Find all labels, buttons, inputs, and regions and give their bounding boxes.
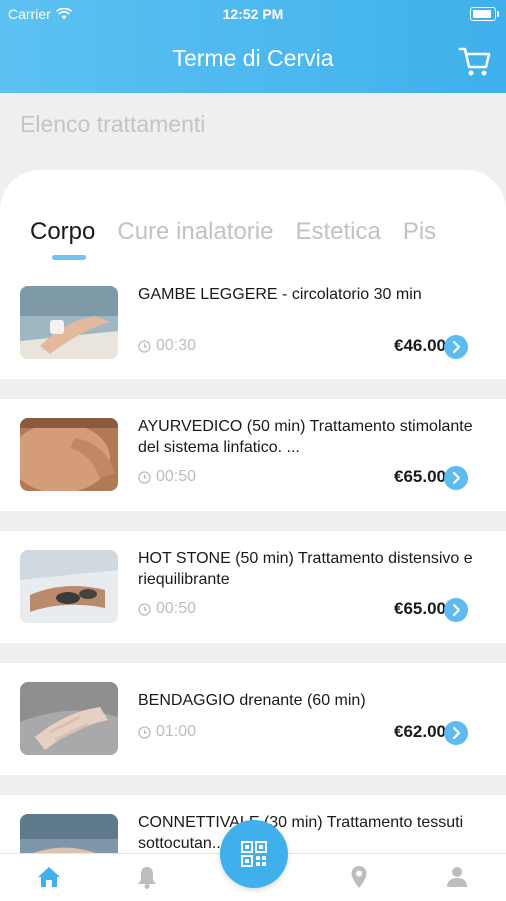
status-bar: Carrier 12:52 PM <box>0 0 506 28</box>
treatment-duration: 01:00 <box>138 723 196 741</box>
treatment-image <box>20 550 118 623</box>
cart-button[interactable] <box>458 44 492 78</box>
clock-icon <box>138 602 151 616</box>
tab-cure-inalatorie[interactable]: Cure inalatorie <box>117 218 273 246</box>
section-title: Elenco trattamenti <box>20 111 206 137</box>
category-tabs: Corpo Cure inalatorie Estetica Pis <box>30 218 458 260</box>
treatment-image <box>20 682 118 755</box>
treatment-price: €65.00 <box>394 467 446 486</box>
duration-value: 01:00 <box>156 723 197 740</box>
open-treatment-button[interactable] <box>444 466 468 490</box>
app-header: Carrier 12:52 PM Terme di Cervia <box>0 0 506 93</box>
clock-icon <box>138 725 151 739</box>
duration-value: 00:30 <box>156 337 197 354</box>
treatment-price: €65.00 <box>394 599 446 618</box>
treatment-title: AYURVEDICO (50 min) Trattamento stimolan… <box>138 418 473 456</box>
tab-estetica[interactable]: Estetica <box>295 218 380 246</box>
app-title: Terme di Cervia <box>172 45 334 71</box>
list-separator <box>0 511 506 531</box>
treatment-item[interactable]: AYURVEDICO (50 min) Trattamento stimolan… <box>0 399 506 511</box>
treatment-duration: 00:50 <box>138 600 196 618</box>
treatment-title: GAMBE LEGGERE - circolatorio 30 min <box>138 286 422 303</box>
treatment-item[interactable]: HOT STONE (50 min) Trattamento distensiv… <box>0 531 506 643</box>
chevron-right-icon <box>452 471 461 485</box>
treatment-price: €62.00 <box>394 722 446 741</box>
clock-icon <box>138 339 151 353</box>
list-separator <box>0 379 506 399</box>
list-separator <box>0 643 506 663</box>
battery-icon <box>470 7 499 21</box>
bell-icon <box>138 867 156 889</box>
qr-code-icon <box>241 841 267 867</box>
treatment-title: CONNETTIVALE (30 min) Trattamento tessut… <box>138 814 464 852</box>
tab-piscina[interactable]: Pis <box>403 218 436 246</box>
treatments-panel: Corpo Cure inalatorie Estetica Pis GAMBE LE… <box>0 170 506 860</box>
clock-icon <box>138 470 151 484</box>
tab-corpo[interactable]: Corpo <box>30 218 95 246</box>
treatment-duration: 00:30 <box>138 337 196 355</box>
open-treatment-button[interactable] <box>444 598 468 622</box>
treatment-duration: 00:50 <box>138 468 196 486</box>
user-icon <box>447 867 467 887</box>
location-pin-icon <box>351 866 367 888</box>
duration-value: 00:50 <box>156 468 197 485</box>
treatment-title: HOT STONE (50 min) Trattamento distensiv… <box>138 550 473 588</box>
qr-scan-button[interactable] <box>220 820 288 888</box>
active-tab-indicator <box>52 255 86 260</box>
cart-icon <box>458 47 491 76</box>
list-separator <box>0 775 506 795</box>
treatment-title: BENDAGGIO drenante (60 min) <box>138 692 366 709</box>
open-treatment-button[interactable] <box>444 721 468 745</box>
tab-profile[interactable] <box>444 864 470 890</box>
chevron-right-icon <box>452 603 461 617</box>
open-treatment-button[interactable] <box>444 335 468 359</box>
tab-home[interactable] <box>36 864 62 890</box>
tab-locations[interactable] <box>346 864 372 890</box>
home-icon <box>38 867 60 887</box>
treatment-list: GAMBE LEGGERE - circolatorio 30 min 00:3… <box>0 264 506 860</box>
status-time: 12:52 PM <box>222 6 284 22</box>
chevron-right-icon <box>452 340 461 354</box>
treatment-item[interactable]: BENDAGGIO drenante (60 min) 01:00 €62.00 <box>0 663 506 775</box>
duration-value: 00:50 <box>156 600 197 617</box>
tab-notifications[interactable] <box>134 864 160 890</box>
treatment-image <box>20 418 118 491</box>
treatment-item[interactable]: GAMBE LEGGERE - circolatorio 30 min 00:3… <box>0 264 506 379</box>
treatment-price: €46.00 <box>394 336 446 355</box>
chevron-right-icon <box>452 726 461 740</box>
treatment-image <box>20 286 118 359</box>
